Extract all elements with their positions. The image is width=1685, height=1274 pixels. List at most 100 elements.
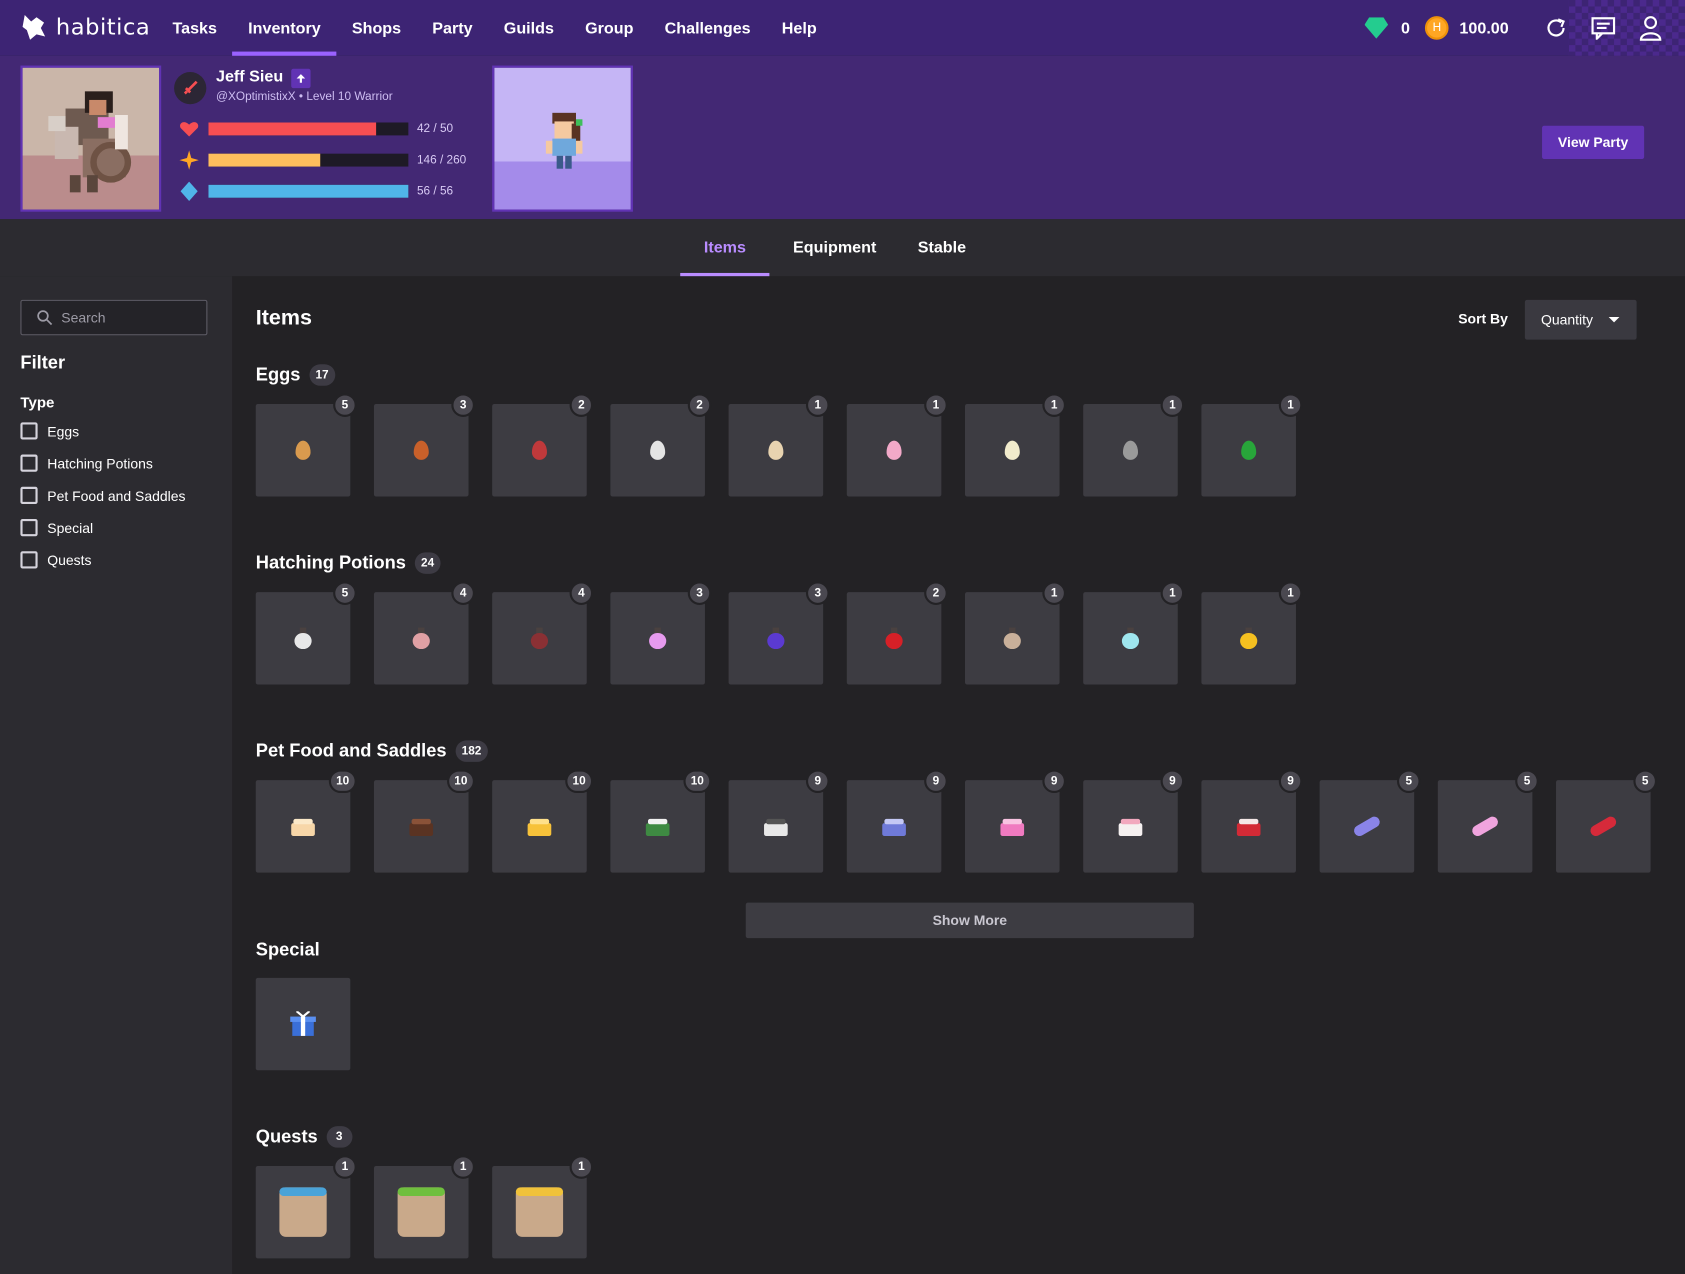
tab-equipment[interactable]: Equipment (793, 219, 876, 276)
eggs-checkbox[interactable] (20, 422, 38, 440)
party-member-avatar[interactable] (492, 65, 633, 212)
cake-icon (645, 817, 670, 837)
nav-help[interactable]: Help (766, 0, 832, 56)
quests-section-title: Quests 3 (256, 1126, 353, 1148)
item-tile[interactable]: 5 (1319, 769, 1421, 873)
quantity-badge: 1 (451, 1155, 475, 1179)
search-icon (37, 310, 53, 326)
item-tile[interactable]: 1 (964, 393, 1067, 497)
quantity-badge: 2 (569, 393, 594, 417)
item-tile[interactable]: 10 (255, 769, 357, 873)
item-tile[interactable]: 1 (964, 581, 1067, 685)
tab-items[interactable]: Items (680, 219, 770, 277)
item-tile[interactable]: 3 (610, 581, 712, 685)
nav-party[interactable]: Party (417, 0, 488, 56)
item-tile[interactable]: 1 (728, 393, 830, 497)
item-tile[interactable]: 10 (373, 769, 475, 873)
quantity-badge: 10 (683, 769, 712, 794)
quantity-badge: 9 (1160, 769, 1185, 794)
gold-count: 100.00 (1459, 18, 1509, 38)
item-tile[interactable]: 3 (728, 581, 830, 685)
item-tile[interactable]: 9 (964, 769, 1067, 873)
potion-icon (767, 627, 785, 650)
show-more-button[interactable]: Show More (745, 902, 1194, 939)
item-tile[interactable]: 1 (373, 1155, 475, 1259)
item-tile[interactable]: 5 (255, 393, 357, 497)
item-tile[interactable]: 5 (1437, 769, 1539, 873)
health-bar-fill (208, 122, 377, 136)
gem-icon (1364, 17, 1389, 39)
item-tile[interactable]: 5 (1556, 769, 1658, 873)
egg-icon (1241, 440, 1257, 460)
gems-display[interactable]: 0 (1364, 17, 1410, 39)
filter-special[interactable]: Special (20, 519, 94, 537)
view-party-button[interactable]: View Party (1542, 125, 1645, 160)
quantity-badge: 1 (805, 393, 830, 417)
quests-count-badge: 3 (326, 1126, 353, 1148)
item-tile[interactable]: 5 (255, 581, 357, 685)
filter-pet-food[interactable]: Pet Food and Saddles (20, 486, 186, 504)
eggs-label: Eggs (47, 422, 80, 439)
avatar[interactable] (20, 65, 162, 212)
nav-guilds[interactable]: Guilds (488, 0, 569, 56)
quantity-badge: 4 (569, 581, 594, 605)
filter-eggs[interactable]: Eggs (20, 422, 80, 440)
item-tile[interactable]: 2 (492, 393, 594, 497)
item-tile[interactable]: 2 (610, 393, 712, 497)
tab-stable[interactable]: Stable (918, 219, 966, 276)
quests-checkbox[interactable] (20, 551, 38, 569)
cake-icon (1118, 817, 1143, 837)
item-tile[interactable]: 4 (373, 581, 475, 685)
nav-group[interactable]: Group (570, 0, 650, 56)
egg-icon (650, 440, 666, 460)
special-checkbox[interactable] (20, 519, 38, 537)
mana-value: 56 / 56 (416, 184, 454, 198)
quantity-badge: 3 (687, 581, 712, 605)
item-tile[interactable]: 2 (846, 581, 948, 685)
messages-icon[interactable] (1586, 11, 1620, 45)
sync-icon[interactable] (1539, 11, 1573, 45)
item-tile[interactable]: 1 (1083, 581, 1185, 685)
cake-icon (527, 817, 552, 837)
item-tile[interactable] (255, 977, 351, 1071)
nav-challenges[interactable]: Challenges (649, 0, 766, 56)
nav-tasks[interactable]: Tasks (157, 0, 233, 56)
item-tile[interactable]: 10 (492, 769, 594, 873)
item-tile[interactable]: 1 (846, 393, 948, 497)
nav-shops[interactable]: Shops (336, 0, 416, 56)
item-tile[interactable]: 1 (1201, 393, 1303, 497)
gold-display: H 100.00 (1425, 16, 1509, 40)
item-tile[interactable]: 1 (1083, 393, 1185, 497)
item-tile[interactable]: 9 (1201, 769, 1303, 873)
quantity-badge: 1 (1160, 581, 1185, 605)
item-tile[interactable]: 3 (373, 393, 475, 497)
user-icon[interactable] (1633, 11, 1667, 45)
mana-bar-row: 56 / 56 (178, 181, 454, 201)
nav-inventory[interactable]: Inventory (232, 0, 337, 56)
quest-scroll-icon (515, 1187, 564, 1237)
item-tile[interactable]: 9 (728, 769, 830, 873)
item-tile[interactable]: 1 (492, 1155, 594, 1259)
special-label: Special (47, 519, 94, 536)
food-section-title: Pet Food and Saddles 182 (256, 740, 488, 762)
search-input[interactable]: Search (20, 299, 208, 336)
pet-food-checkbox[interactable] (20, 486, 38, 504)
quantity-badge: 1 (1042, 393, 1067, 417)
quests-label: Quests (47, 551, 92, 568)
filter-quests[interactable]: Quests (20, 551, 92, 569)
cake-icon (409, 817, 434, 837)
item-tile[interactable]: 1 (255, 1155, 357, 1259)
quantity-badge: 5 (1515, 769, 1539, 794)
sort-dropdown[interactable]: Quantity (1524, 299, 1637, 340)
item-tile[interactable]: 9 (846, 769, 948, 873)
hatching-potions-checkbox[interactable] (20, 454, 38, 472)
filter-hatching-potions[interactable]: Hatching Potions (20, 454, 153, 472)
item-tile[interactable]: 9 (1083, 769, 1185, 873)
item-tile[interactable]: 4 (492, 581, 594, 685)
mana-bar (208, 184, 409, 198)
habitica-logo[interactable]: habitica (21, 13, 150, 41)
star-icon (178, 150, 199, 170)
item-tile[interactable]: 10 (610, 769, 712, 873)
item-tile[interactable]: 1 (1201, 581, 1303, 685)
potion-icon (530, 627, 549, 650)
